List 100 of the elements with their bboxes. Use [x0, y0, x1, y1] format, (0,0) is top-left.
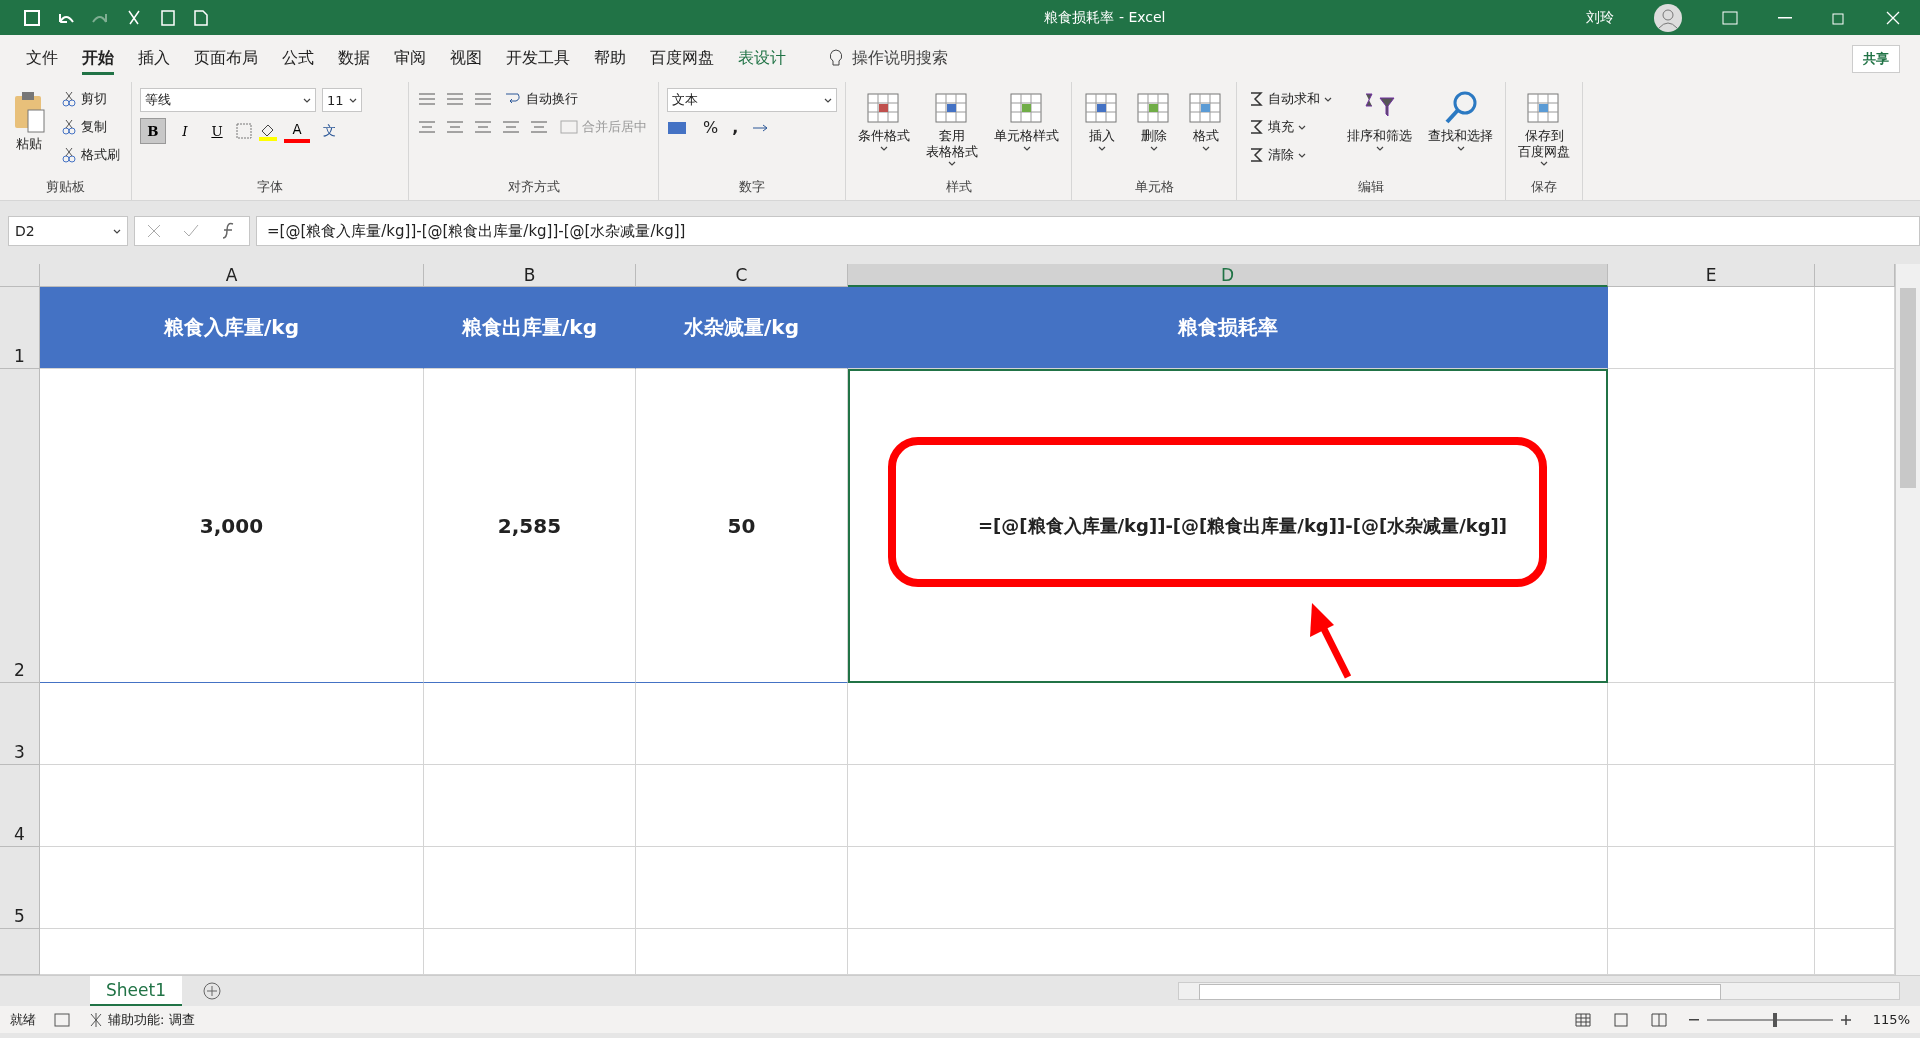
ribbon-button[interactable]: 单元格样式	[990, 88, 1063, 153]
column-header[interactable]: C	[636, 264, 848, 287]
align-icon	[501, 119, 521, 135]
edit-tool-icon	[1248, 147, 1264, 163]
font-size-field[interactable]: 11	[322, 88, 362, 112]
menu-tab[interactable]: 帮助	[582, 42, 638, 75]
row-header[interactable]	[0, 929, 40, 975]
empty-cell[interactable]	[1608, 765, 1815, 847]
empty-cell[interactable]	[424, 765, 636, 847]
border-icon	[236, 123, 252, 139]
select-all-corner[interactable]	[0, 264, 40, 287]
edit-button[interactable]: 填充	[1245, 116, 1335, 138]
number-format-field[interactable]: 文本	[667, 88, 837, 112]
column-heading: 水杂减量/kg	[684, 314, 799, 341]
empty-cell[interactable]	[848, 765, 1608, 847]
ribbon-button[interactable]: 套用 表格格式	[922, 88, 982, 169]
edit-button[interactable]: 自动求和	[1245, 88, 1335, 110]
caret-icon	[1456, 145, 1465, 151]
row-header[interactable]: 4	[0, 765, 40, 847]
row-header[interactable]: 1	[0, 287, 40, 369]
ribbon-button[interactable]: 插入	[1080, 88, 1124, 153]
page-break-icon	[1650, 1012, 1667, 1027]
restore-icon	[1832, 10, 1846, 25]
ribbon-button[interactable]: 格式	[1184, 88, 1228, 153]
phonetic-button[interactable]: 文	[316, 118, 342, 144]
zoom-thumb[interactable]	[1773, 1012, 1778, 1027]
menu-tab[interactable]: 审阅	[382, 42, 438, 75]
caret-icon	[1324, 96, 1332, 102]
menu-tab[interactable]: 文件	[14, 42, 70, 75]
edit-button[interactable]: 清除	[1245, 144, 1335, 166]
empty-cell[interactable]	[636, 683, 848, 765]
vertical-scrollbar[interactable]	[1895, 264, 1920, 975]
menu-tab[interactable]: 视图	[438, 42, 494, 75]
empty-cell[interactable]	[1815, 765, 1895, 847]
align-icon	[417, 91, 437, 107]
font-name-field[interactable]: 等线	[140, 88, 316, 112]
paste-button[interactable]: 粘贴	[8, 88, 50, 154]
comma-button[interactable]: ,	[732, 118, 739, 137]
menu-tab[interactable]: 数据	[326, 42, 382, 75]
empty-cell[interactable]	[1608, 369, 1815, 683]
accessibility-status[interactable]: 辅助功能: 调查	[108, 1010, 195, 1029]
menu-tab[interactable]: 百度网盘	[638, 42, 726, 75]
align-icon	[473, 119, 493, 135]
row-header[interactable]: 3	[0, 683, 40, 765]
caret-icon	[824, 97, 832, 103]
name-box[interactable]: D2	[8, 216, 128, 246]
empty-cell[interactable]	[1815, 369, 1895, 683]
zoom-level[interactable]: 115%	[1872, 1012, 1910, 1027]
menu-tab[interactable]: 表设计	[726, 42, 798, 75]
empty-cell[interactable]	[1815, 683, 1895, 765]
percent-button[interactable]: %	[703, 118, 719, 137]
clipboard-button[interactable]: 复制	[58, 116, 123, 138]
empty-cell[interactable]	[1815, 847, 1895, 929]
clipboard-button[interactable]: 剪切	[58, 88, 123, 110]
empty-cell[interactable]	[1608, 683, 1815, 765]
window-title: 粮食损耗率 - Excel	[1043, 8, 1167, 27]
ribbon-button[interactable]: 查找和选择	[1424, 88, 1497, 153]
italic-button[interactable]: I	[172, 118, 198, 144]
empty-cell[interactable]	[636, 765, 848, 847]
ribbon-button[interactable]: 删除	[1132, 88, 1176, 153]
empty-cell[interactable]	[636, 847, 848, 929]
table-icon	[1526, 90, 1562, 126]
sheet-tab[interactable]: Sheet1	[90, 976, 182, 1006]
empty-cell[interactable]	[848, 683, 1608, 765]
menu-tab[interactable]: 插入	[126, 42, 182, 75]
bold-button[interactable]: B	[140, 118, 166, 144]
wrap-text-button[interactable]: 自动换行	[501, 88, 581, 110]
column-header[interactable]	[1815, 264, 1895, 287]
empty-cell[interactable]	[424, 683, 636, 765]
font-color-button[interactable]: A	[284, 119, 310, 143]
save-icon	[24, 9, 40, 26]
check-icon	[183, 224, 199, 238]
close-icon	[1886, 10, 1900, 25]
empty-cell[interactable]	[424, 847, 636, 929]
ribbon-button[interactable]: 保存到 百度网盘	[1514, 88, 1574, 169]
menu-tab[interactable]: 开始	[70, 42, 126, 75]
column-header[interactable]: A	[40, 264, 424, 287]
empty-cell[interactable]	[1608, 847, 1815, 929]
ribbon-button[interactable]: 排序和筛选	[1343, 88, 1416, 153]
underline-button[interactable]: U	[204, 118, 230, 144]
column-header[interactable]: D	[848, 264, 1608, 287]
column-header[interactable]: B	[424, 264, 636, 287]
menu-tab[interactable]: 开发工具	[494, 42, 582, 75]
formula-bar[interactable]: =[@[粮食入库量/kg]]-[@[粮食出库量/kg]]-[@[水杂减量/kg]]	[256, 216, 1920, 246]
tell-me-search[interactable]: 操作说明搜索	[852, 48, 948, 69]
ribbon-button[interactable]: 条件格式	[854, 88, 914, 153]
caret-icon	[948, 161, 956, 167]
row-header[interactable]: 5	[0, 847, 40, 929]
share-button[interactable]: 共享	[1852, 44, 1900, 73]
column-header[interactable]: E	[1608, 264, 1815, 287]
caret-icon	[1375, 145, 1384, 151]
menu-tab[interactable]: 公式	[270, 42, 326, 75]
clipboard-button[interactable]: 格式刷	[58, 144, 123, 166]
row-header[interactable]: 2	[0, 369, 40, 683]
column-heading: 粮食入库量/kg	[164, 314, 299, 341]
undo-icon	[58, 11, 74, 24]
menu-tab[interactable]: 页面布局	[182, 42, 270, 75]
align-icon	[529, 119, 549, 135]
empty-cell[interactable]	[848, 847, 1608, 929]
horizontal-scrollbar[interactable]	[1178, 982, 1900, 1000]
